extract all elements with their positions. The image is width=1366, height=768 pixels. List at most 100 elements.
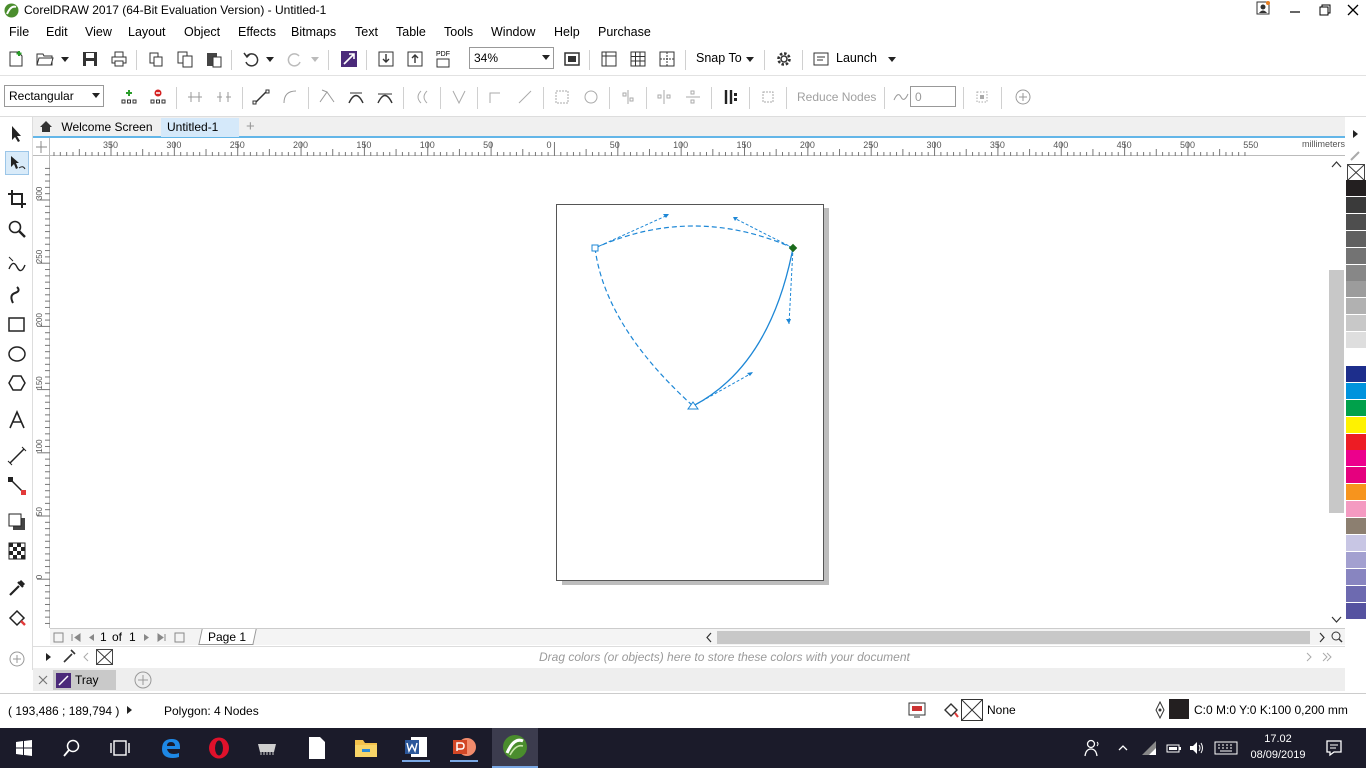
menu-table[interactable]: Table bbox=[396, 25, 426, 39]
drawing-canvas[interactable] bbox=[50, 156, 1328, 628]
interactive-fill-tool-icon[interactable] bbox=[5, 606, 29, 630]
scroll-left-arrow-icon[interactable] bbox=[702, 629, 716, 646]
no-color-swatch[interactable] bbox=[1347, 164, 1365, 181]
cut-icon[interactable] bbox=[145, 48, 167, 70]
palette-swatch[interactable] bbox=[1346, 568, 1366, 586]
redo-dropdown-arrow[interactable] bbox=[311, 57, 319, 62]
tab-welcome-screen[interactable]: Welcome Screen bbox=[33, 118, 161, 137]
document-palette-eyedropper-icon[interactable] bbox=[61, 647, 77, 665]
palette-swatch[interactable] bbox=[1346, 365, 1366, 383]
opera-browser-icon[interactable] bbox=[205, 734, 233, 762]
reduce-nodes-button[interactable]: Reduce Nodes bbox=[797, 90, 876, 104]
page-nav-forward-buttons[interactable] bbox=[140, 629, 200, 646]
open-dropdown-arrow[interactable] bbox=[61, 57, 69, 62]
palette-swatch[interactable] bbox=[1346, 213, 1366, 231]
document-palette-no-color-swatch[interactable] bbox=[96, 649, 113, 665]
tab-untitled-1[interactable]: Untitled-1 bbox=[161, 118, 239, 137]
paste-icon[interactable] bbox=[203, 48, 225, 70]
show-hidden-icons-chevron-icon[interactable] bbox=[1114, 734, 1132, 762]
text-tool-icon[interactable] bbox=[5, 408, 29, 432]
fill-none-swatch[interactable] bbox=[961, 699, 983, 721]
drop-shadow-tool-icon[interactable] bbox=[5, 510, 29, 534]
palette-swatch[interactable] bbox=[1346, 484, 1366, 502]
new-document-icon[interactable] bbox=[5, 48, 27, 70]
horizontal-ruler[interactable]: 350 300 250 200 150 100 50 0 50 100 150 200 250 300 35… bbox=[33, 138, 1345, 156]
close-button[interactable] bbox=[1338, 0, 1366, 22]
ruler-origin[interactable] bbox=[33, 138, 50, 156]
palette-swatch[interactable] bbox=[1346, 467, 1366, 485]
keyboard-icon[interactable] bbox=[1212, 734, 1240, 762]
convert-to-curve-icon[interactable] bbox=[279, 86, 301, 108]
palette-swatch[interactable] bbox=[1346, 518, 1366, 535]
add-tray-plus-icon[interactable] bbox=[133, 670, 153, 690]
menu-text[interactable]: Text bbox=[355, 25, 378, 39]
battery-icon[interactable] bbox=[1162, 734, 1184, 762]
palette-swatch[interactable] bbox=[1346, 585, 1366, 603]
vertical-reflect-icon[interactable] bbox=[682, 86, 704, 108]
node-selection-mode-icon[interactable] bbox=[971, 86, 993, 108]
ellipse-tool-icon[interactable] bbox=[5, 342, 29, 366]
delete-nodes-icon[interactable] bbox=[147, 86, 169, 108]
clock-date[interactable]: 08/09/2019 bbox=[1246, 749, 1310, 761]
polygon-shape[interactable] bbox=[50, 156, 1328, 628]
scroll-down-arrow-icon[interactable] bbox=[1328, 613, 1345, 627]
palette-swatch[interactable] bbox=[1346, 433, 1366, 451]
coreldraw-app-icon[interactable] bbox=[4, 3, 19, 18]
full-screen-preview-icon[interactable] bbox=[561, 48, 583, 70]
menu-purchase[interactable]: Purchase bbox=[598, 25, 651, 39]
show-guidelines-icon[interactable] bbox=[656, 48, 678, 70]
redo-icon[interactable] bbox=[284, 48, 306, 70]
selection-mode-dropdown-arrow[interactable] bbox=[92, 93, 100, 98]
palette-swatch[interactable] bbox=[1346, 180, 1366, 197]
color-proofing-icon[interactable] bbox=[908, 701, 926, 719]
new-tab-plus-icon[interactable]: + bbox=[243, 118, 261, 137]
profile-icon[interactable] bbox=[1248, 0, 1278, 22]
palette-swatch[interactable] bbox=[1346, 230, 1366, 248]
menu-effects[interactable]: Effects bbox=[238, 25, 276, 39]
menu-tools[interactable]: Tools bbox=[444, 25, 473, 39]
pick-tool-icon[interactable] bbox=[5, 122, 29, 146]
menu-window[interactable]: Window bbox=[491, 25, 535, 39]
cusp-node-icon[interactable] bbox=[316, 86, 338, 108]
polygon-tool-icon[interactable] bbox=[5, 371, 29, 395]
zoom-dropdown-arrow[interactable] bbox=[542, 55, 550, 60]
print-icon[interactable] bbox=[108, 48, 130, 70]
quick-customize-icon[interactable] bbox=[1012, 86, 1034, 108]
document-palette-scroll-icons[interactable] bbox=[1303, 648, 1333, 666]
volume-icon[interactable] bbox=[1186, 734, 1208, 762]
menu-layout[interactable]: Layout bbox=[128, 25, 166, 39]
crop-tool-icon[interactable] bbox=[5, 187, 29, 211]
vertical-ruler[interactable]: 300 250 200 150 100 50 0 bbox=[33, 156, 50, 628]
vertical-scroll-thumb[interactable] bbox=[1329, 270, 1344, 513]
align-nodes-icon[interactable] bbox=[617, 86, 639, 108]
zoom-navigator-icon[interactable] bbox=[1330, 629, 1344, 646]
undo-dropdown-arrow[interactable] bbox=[266, 57, 274, 62]
palette-swatch[interactable] bbox=[1346, 247, 1366, 265]
palette-swatch[interactable] bbox=[1346, 450, 1366, 468]
palette-swatch[interactable] bbox=[1346, 416, 1366, 434]
open-folder-icon[interactable] bbox=[34, 48, 56, 70]
break-curve-icon[interactable] bbox=[213, 86, 235, 108]
reverse-direction-icon[interactable] bbox=[411, 86, 433, 108]
zoom-level-combo[interactable]: 34% bbox=[469, 47, 554, 69]
menu-file[interactable]: File bbox=[9, 25, 29, 39]
undo-icon[interactable] bbox=[240, 48, 262, 70]
stretch-nodes-icon[interactable] bbox=[514, 86, 536, 108]
connector-tool-icon[interactable] bbox=[5, 474, 29, 498]
powerpoint-app-icon[interactable] bbox=[450, 734, 478, 762]
page-1-tab-label[interactable]: Page 1 bbox=[208, 630, 246, 644]
parallel-dimension-tool-icon[interactable] bbox=[5, 444, 29, 468]
launch-button[interactable]: Launch bbox=[836, 51, 877, 65]
menu-view[interactable]: View bbox=[85, 25, 112, 39]
menu-edit[interactable]: Edit bbox=[46, 25, 68, 39]
menu-bitmaps[interactable]: Bitmaps bbox=[291, 25, 336, 39]
document-palette-arrow-icon[interactable] bbox=[43, 648, 55, 666]
horizontal-scroll-thumb[interactable] bbox=[717, 631, 1310, 644]
tray-close-icon[interactable] bbox=[36, 673, 50, 687]
menu-object[interactable]: Object bbox=[184, 25, 220, 39]
shape-tool-icon[interactable] bbox=[5, 151, 29, 175]
options-gear-icon[interactable] bbox=[773, 48, 795, 70]
snap-to-dropdown-arrow[interactable] bbox=[746, 57, 754, 62]
add-nodes-icon[interactable] bbox=[118, 86, 140, 108]
color-eyedropper-tool-icon[interactable] bbox=[5, 576, 29, 600]
